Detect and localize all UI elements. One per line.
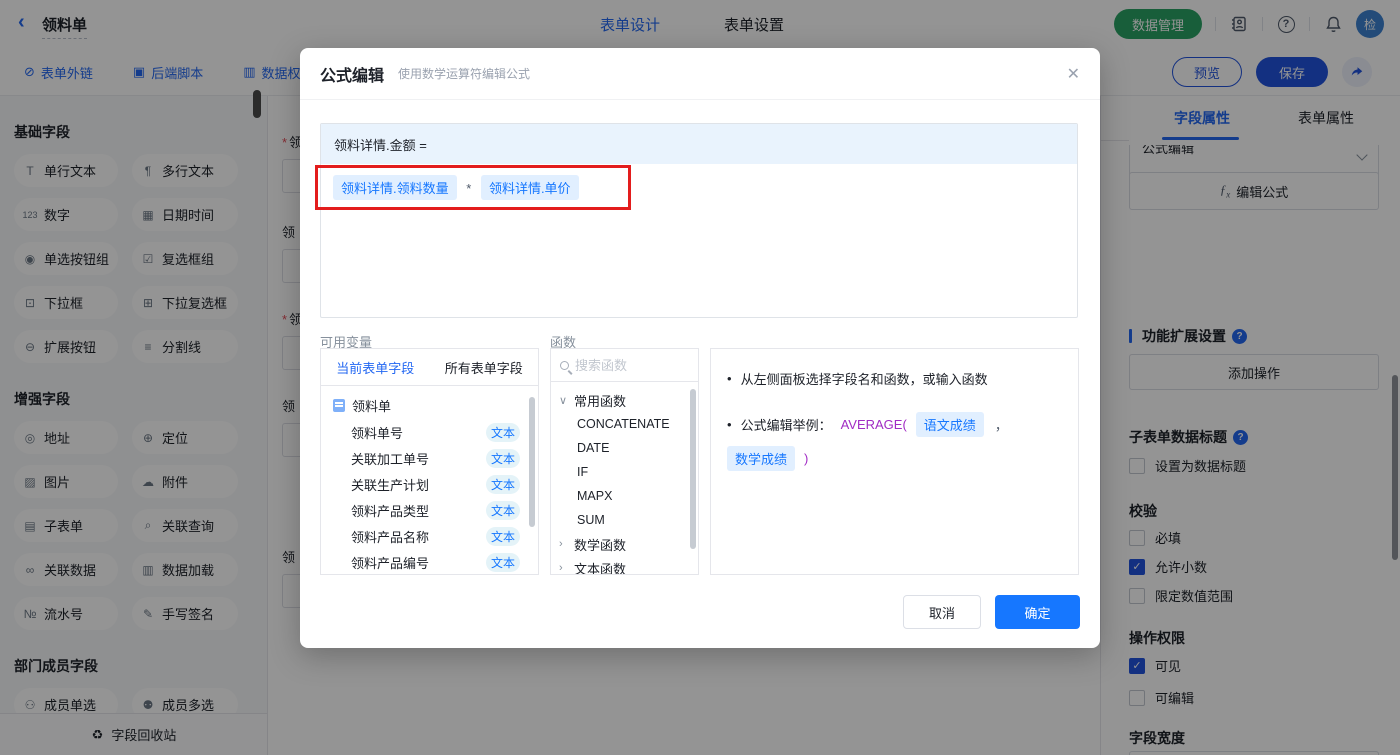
function-item[interactable]: SUM [551, 508, 698, 532]
function-group-text[interactable]: › 文本函数 [551, 556, 698, 575]
functions-panel: ∨常用函数 CONCATENATE DATE IF MAPX SUM ›数学函数… [550, 348, 699, 575]
form-doc-icon [333, 399, 345, 412]
variable-row[interactable]: 领料产品编号 文本 [321, 549, 538, 574]
formula-token-price[interactable]: 领料详情.单价 [480, 175, 579, 200]
app-root: ‹ 领料单 表单设计 表单设置 数据管理 ? 检 ⊘ 表单外链 ▣ 后端脚本 ▥… [0, 0, 1400, 755]
function-search[interactable] [551, 349, 698, 382]
bullet: • [727, 371, 732, 386]
type-badge: 文本 [486, 501, 520, 520]
function-search-input[interactable] [575, 357, 675, 373]
type-badge: 文本 [486, 423, 520, 442]
function-group-common[interactable]: ∨ 常用函数 [551, 388, 698, 412]
formula-token-quantity[interactable]: 领料详情.领料数量 [333, 175, 457, 200]
close-icon[interactable]: ✕ [1067, 64, 1080, 84]
formula-target: 领料详情.金额 = [321, 124, 1077, 164]
chevron-right-icon: › [559, 538, 563, 550]
functions-scrollbar-thumb[interactable] [690, 389, 696, 549]
variable-row[interactable]: 关联加工单号 文本 [321, 445, 538, 471]
variable-row[interactable]: 领料产品类型 文本 [321, 497, 538, 523]
variable-row[interactable]: 关联生产计划 文本 [321, 471, 538, 497]
variables-tabs: 当前表单字段 所有表单字段 [321, 349, 538, 386]
function-item[interactable]: DATE [551, 436, 698, 460]
modal-subtitle: 使用数学运算符编辑公式 [398, 67, 531, 81]
function-item[interactable]: MAPX [551, 484, 698, 508]
function-item[interactable]: CONCATENATE [551, 412, 698, 436]
tab-all-form-fields[interactable]: 所有表单字段 [430, 349, 539, 385]
formula-operator: * [466, 181, 472, 196]
example-comma: ， [994, 418, 1008, 433]
type-badge: 文本 [486, 553, 520, 572]
type-badge: 文本 [486, 475, 520, 494]
search-icon [560, 360, 569, 370]
example-chip-chinese-score: 语文成绩 [915, 412, 984, 437]
cancel-button[interactable]: 取消 [903, 595, 981, 629]
variables-tree-root[interactable]: 领料单 [321, 386, 538, 419]
variable-row[interactable]: 领料单号 文本 [321, 419, 538, 445]
chevron-down-icon: ∨ [559, 394, 568, 407]
variable-row[interactable]: 领料产品名称 文本 [321, 523, 538, 549]
function-item[interactable]: IF [551, 460, 698, 484]
type-badge: 文本 [486, 449, 520, 468]
function-group-math[interactable]: › 数学函数 [551, 532, 698, 556]
tip-line-1: • 从左侧面板选择字段名和函数，或输入函数 [727, 371, 988, 387]
example-function-close: ) [804, 451, 809, 466]
formula-input-area[interactable]: 领料详情.领料数量 * 领料详情.单价 [321, 164, 1077, 211]
modal-header: 公式编辑 使用数学运算符编辑公式 ✕ [300, 48, 1100, 100]
type-badge: 文本 [486, 527, 520, 546]
formula-editor-box: 领料详情.金额 = 领料详情.领料数量 * 领料详情.单价 [320, 123, 1078, 318]
formula-tips-panel: • 从左侧面板选择字段名和函数，或输入函数 • 公式编辑举例： AVERAGE( … [710, 348, 1079, 575]
example-function-open: AVERAGE( [840, 417, 907, 432]
chevron-right-icon: › [559, 562, 563, 574]
modal-title: 公式编辑 [320, 67, 385, 85]
tab-current-form-fields[interactable]: 当前表单字段 [321, 349, 430, 385]
example-chip-math-score: 数学成绩 [727, 446, 796, 471]
formula-editor-modal: 公式编辑 使用数学运算符编辑公式 ✕ 领料详情.金额 = 领料详情.领料数量 *… [300, 48, 1100, 648]
bullet: • [727, 417, 732, 432]
tip-line-2: • 公式编辑举例： AVERAGE( 语文成绩 ， 数学成绩 ) [727, 412, 1062, 471]
variables-panel: 当前表单字段 所有表单字段 领料单 领料单号 文本 关联加工单号 文本 关联生产计划… [320, 348, 539, 575]
variables-scrollbar-thumb[interactable] [529, 397, 535, 527]
confirm-button[interactable]: 确定 [995, 595, 1080, 629]
